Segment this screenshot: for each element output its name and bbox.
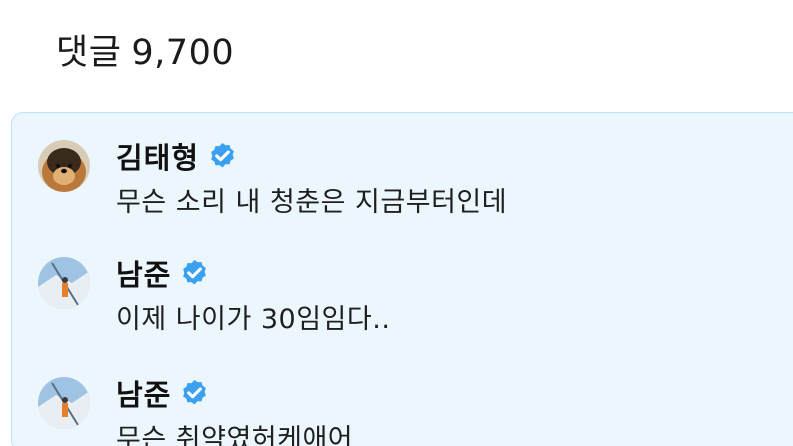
person-snow-avatar-icon[interactable] <box>38 257 90 309</box>
comment-text: 이제 나이가 30임임다.. <box>116 304 391 335</box>
verified-badge-icon <box>179 378 210 409</box>
comment-thread-panel: 김태형 무슨 소리 내 청춘은 지금부터인데 남준 이제 나이가 30임임다..… <box>11 112 793 446</box>
comment-author[interactable]: 남준 <box>116 252 171 294</box>
comment-author-row: 김태형 <box>116 135 238 177</box>
comment-count: 9,700 <box>131 33 235 73</box>
comments-header: 댓글 9,700 <box>56 24 234 75</box>
comment-author-row: 남준 <box>116 372 210 414</box>
comments-page: 댓글 9,700 김태형 무슨 소리 내 청춘은 지금부터인데 남준 이제 나이… <box>0 0 793 446</box>
comment-text: 무슨 취약였허케애어 <box>116 424 354 446</box>
verified-badge-icon <box>207 141 238 172</box>
comment-author-row: 남준 <box>116 252 210 294</box>
dog-avatar-icon[interactable] <box>38 140 90 192</box>
comment-author[interactable]: 남준 <box>116 372 171 414</box>
comment-text: 무슨 소리 내 청춘은 지금부터인데 <box>116 187 508 218</box>
person-snow-avatar-icon[interactable] <box>38 377 90 429</box>
comment-author[interactable]: 김태형 <box>116 135 199 177</box>
verified-badge-icon <box>179 258 210 289</box>
comments-title: 댓글 <box>56 33 122 73</box>
